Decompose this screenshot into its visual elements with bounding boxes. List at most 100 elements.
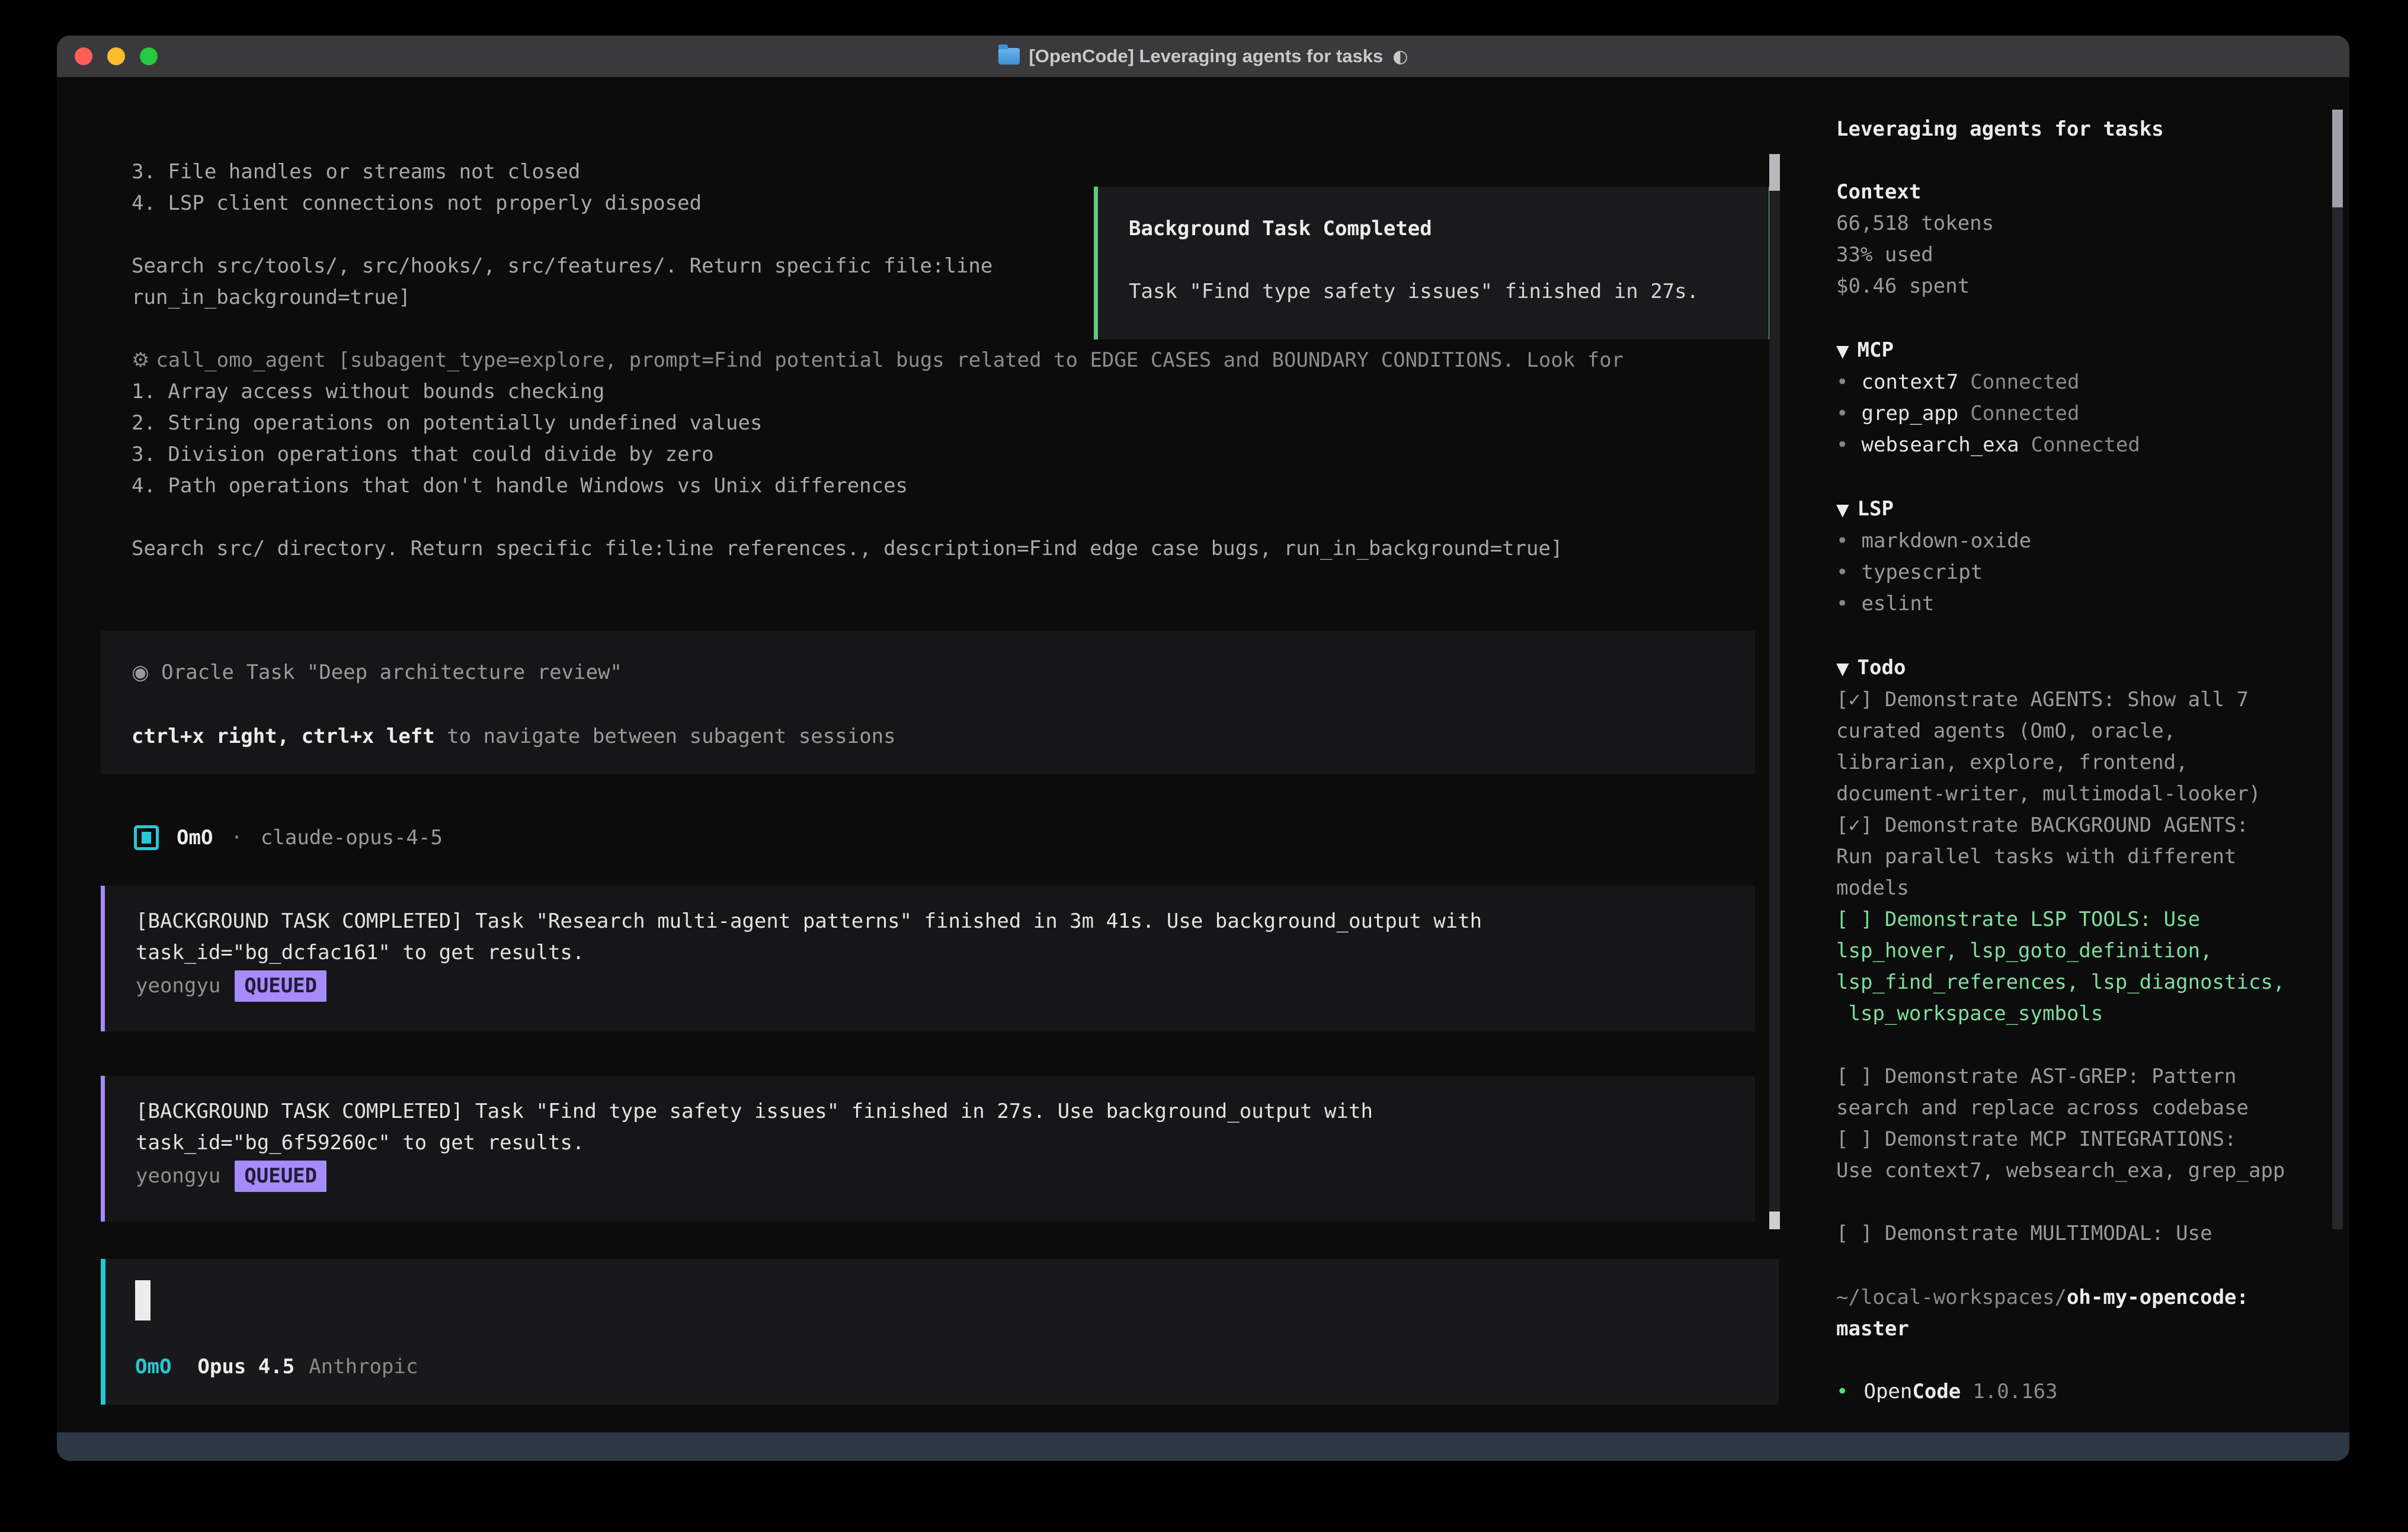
context-used: 33% used: [1836, 239, 2349, 271]
lsp-items: • markdown-oxide • typescript • eslint: [1836, 525, 2349, 620]
record-icon: ◉: [132, 661, 149, 684]
agent-name: OmO: [177, 826, 213, 850]
close-button[interactable]: [75, 47, 92, 65]
agent-header-row: OmO · claude-opus-4-5: [134, 821, 443, 854]
queued-badge: QUEUED: [235, 970, 326, 1002]
agent-model: claude-opus-4-5: [261, 826, 443, 850]
scrollbar-thumb-top[interactable]: [1769, 154, 1780, 191]
terminal-line: 4. Path operations that don't handle Win…: [132, 470, 1624, 502]
input-meta: OmO Opus 4.5 Anthropic: [135, 1355, 1749, 1379]
task-line1: [BACKGROUND TASK COMPLETED] Task "Resear…: [136, 906, 1724, 937]
lsp-name: eslint: [1861, 592, 1934, 616]
terminal-line: Search src/ directory. Return specific f…: [132, 533, 1624, 565]
toast-title: Background Task Completed: [1129, 216, 1738, 241]
terminal-line: 1. Array access without bounds checking: [132, 376, 1624, 408]
todo-items: [✓] Demonstrate AGENTS: Show all 7curate…: [1836, 684, 2349, 1249]
todo-line: Run parallel tasks with different: [1836, 841, 2349, 873]
bullet-icon: •: [1836, 592, 1848, 616]
todo-gap: [1836, 1187, 2349, 1218]
task-line1: [BACKGROUND TASK COMPLETED] Task "Find t…: [136, 1096, 1724, 1127]
text-cursor: [135, 1280, 150, 1321]
agent-checkbox-icon: [134, 825, 159, 850]
todo-section: ▼Todo [✓] Demonstrate AGENTS: Show all 7…: [1836, 652, 2349, 1249]
todo-line: [✓] Demonstrate AGENTS: Show all 7: [1836, 684, 2349, 716]
context-heading: Context: [1836, 177, 2349, 208]
mcp-items: •context7Connected•grep_appConnected•web…: [1836, 367, 2349, 461]
zoom-button[interactable]: [140, 47, 158, 65]
oracle-task-title: ◉ Oracle Task "Deep architecture review": [132, 657, 1724, 688]
scrollbar-thumb-bottom[interactable]: [1769, 1212, 1780, 1229]
todo-line: curated agents (OmO, oracle,: [1836, 716, 2349, 747]
todo-line: Use context7, websearch_exa, grep_app: [1836, 1155, 2349, 1187]
todo-line: librarian, explore, frontend,: [1836, 747, 2349, 778]
terminal-line: [132, 502, 1624, 533]
chevron-down-icon: ▼: [1836, 341, 1849, 361]
mcp-name: context7: [1861, 370, 1958, 394]
lsp-name: typescript: [1861, 560, 1983, 584]
mcp-heading[interactable]: ▼MCP: [1836, 335, 2349, 367]
mcp-section: ▼MCP •context7Connected•grep_appConnecte…: [1836, 335, 2349, 461]
branch-name: master: [1836, 1313, 2349, 1345]
lsp-item: • markdown-oxide: [1836, 525, 2349, 557]
task-meta: yeongyu QUEUED: [136, 1161, 1724, 1192]
window-title-text: [OpenCode] Leveraging agents for tasks: [1029, 46, 1384, 67]
background-task-toast: Background Task Completed Task "Find typ…: [1094, 187, 1773, 339]
bullet-icon: •: [1836, 529, 1848, 553]
lsp-heading[interactable]: ▼LSP: [1836, 493, 2349, 525]
terminal-main: 3. File handles or streams not closed 4. …: [57, 77, 1785, 1432]
half-circle-icon: ◐: [1392, 46, 1408, 67]
todo-line: [ ] Demonstrate MCP INTEGRATIONS:: [1836, 1124, 2349, 1155]
prompt-input[interactable]: OmO Opus 4.5 Anthropic: [101, 1259, 1779, 1405]
window-bottom-accent: [57, 1432, 2349, 1461]
folder-icon: [998, 48, 1020, 65]
oracle-task-box: ◉ Oracle Task "Deep architecture review"…: [101, 631, 1755, 774]
opencode-window: [OpenCode] Leveraging agents for tasks ◐…: [57, 36, 2349, 1461]
todo-line: [ ] Demonstrate LSP TOOLS: Use: [1836, 904, 2349, 935]
window-title: [OpenCode] Leveraging agents for tasks ◐: [998, 46, 1408, 67]
todo-line: lsp_hover, lsp_goto_definition,: [1836, 935, 2349, 967]
mcp-status: Connected: [2031, 433, 2140, 457]
bullet-icon: •: [1836, 433, 1848, 457]
input-provider-label: Anthropic: [309, 1355, 418, 1379]
todo-line: [ ] Demonstrate MULTIMODAL: Use: [1836, 1218, 2349, 1249]
task-author: yeongyu: [136, 1161, 220, 1192]
sidebar-scrollbar-thumb[interactable]: [2332, 110, 2343, 207]
bullet-icon: •: [1836, 560, 1848, 584]
workspace-path: ~/local-workspaces/oh-my-opencode: maste…: [1836, 1282, 2349, 1345]
sidebar-title: Leveraging agents for tasks: [1836, 114, 2349, 145]
input-agent-label: OmO: [135, 1355, 171, 1379]
task-line2: task_id="bg_6f59260c" to get results.: [136, 1127, 1724, 1159]
toast-body: Task "Find type safety issues" finished …: [1129, 279, 1738, 304]
queued-badge: QUEUED: [235, 1161, 326, 1192]
oracle-hint: ctrl+x right, ctrl+x left to navigate be…: [132, 721, 1724, 752]
mcp-item: •grep_appConnected: [1836, 398, 2349, 430]
context-spent: $0.46 spent: [1836, 271, 2349, 302]
title-bar: [OpenCode] Leveraging agents for tasks ◐: [57, 36, 2349, 77]
terminal-line: 3. File handles or streams not closed: [132, 156, 1624, 188]
todo-line: models: [1836, 873, 2349, 904]
opencode-version: • OpenCode 1.0.163: [1836, 1376, 2349, 1408]
task-author: yeongyu: [136, 970, 220, 1002]
status-dot-icon: •: [1836, 1376, 1848, 1408]
todo-line: document-writer, multimodal-looker): [1836, 778, 2349, 810]
context-section: Context 66,518 tokens 33% used $0.46 spe…: [1836, 177, 2349, 302]
mcp-status: Connected: [1970, 402, 2079, 425]
bullet-icon: •: [1836, 370, 1848, 394]
mcp-name: websearch_exa: [1861, 433, 2019, 457]
todo-line: search and replace across codebase: [1836, 1092, 2349, 1124]
mcp-status: Connected: [1970, 370, 2079, 394]
todo-heading[interactable]: ▼Todo: [1836, 652, 2349, 684]
lsp-name: markdown-oxide: [1861, 529, 2031, 553]
gear-icon: ⚙: [132, 348, 156, 372]
path-line: ~/local-workspaces/oh-my-opencode:: [1836, 1282, 2349, 1313]
sidebar-scrollbar[interactable]: [2332, 110, 2343, 1229]
terminal-line: 3. Division operations that could divide…: [132, 439, 1624, 470]
input-model-label: Opus 4.5: [197, 1355, 294, 1379]
background-task-box: [BACKGROUND TASK COMPLETED] Task "Find t…: [101, 1076, 1755, 1222]
mcp-item: • context7 Connected: [1836, 367, 2349, 398]
todo-line: lsp_workspace_symbols: [1836, 998, 2349, 1030]
agent-separator: ·: [230, 826, 242, 850]
minimize-button[interactable]: [107, 47, 125, 65]
chevron-down-icon: ▼: [1836, 659, 1849, 678]
terminal-scrollbar[interactable]: [1769, 154, 1780, 1229]
